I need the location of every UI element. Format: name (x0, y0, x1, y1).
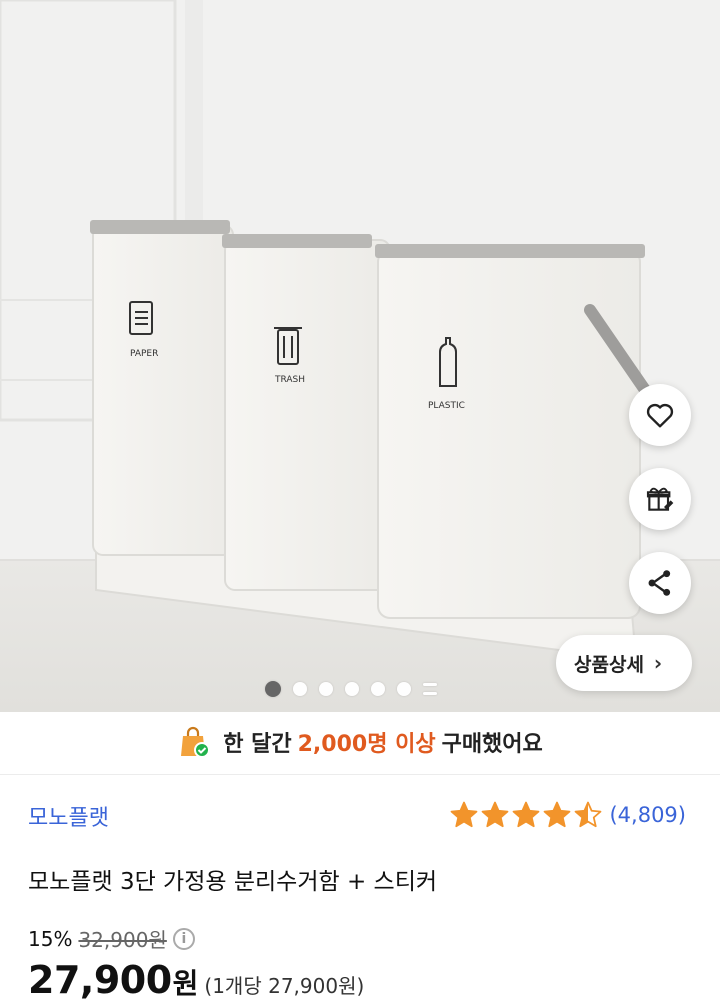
discount-rate: 15% (28, 926, 73, 951)
star-icon (575, 801, 602, 828)
product-photo: PAPER TRASH PLASTIC (0, 0, 720, 712)
promo-suffix: 구매했어요 (441, 732, 543, 757)
price-current-row: 27,900 원 (1개당 27,900원) (28, 958, 364, 1002)
unit-price: (1개당 27,900원) (204, 974, 365, 998)
original-price: 32,900원 (78, 928, 167, 952)
product-title: 모노플랫 3단 가정용 분리수거함 + 스티커 (28, 869, 438, 895)
gift-icon (646, 487, 674, 511)
product-detail-button[interactable]: 상품상세 › (556, 635, 692, 691)
paper-label: PAPER (130, 349, 158, 359)
price-original-row: 15% 32,900원 i (28, 924, 195, 953)
promo-highlight: 2,000명 이상 (297, 732, 436, 757)
product-image-carousel[interactable]: PAPER TRASH PLASTIC 상품상세 › (0, 0, 720, 712)
carousel-dot[interactable] (371, 682, 385, 696)
heart-icon (646, 403, 674, 428)
promo-prefix: 한 달간 (223, 732, 292, 757)
carousel-dot[interactable] (397, 682, 411, 696)
wishlist-button[interactable] (629, 384, 691, 446)
gift-button[interactable] (629, 468, 691, 530)
chevron-right-icon: › (653, 651, 663, 675)
carousel-dot[interactable] (319, 682, 333, 696)
shopping-bag-check-icon (181, 726, 211, 758)
star-icon (482, 801, 509, 828)
rating-summary[interactable]: (4,809) (449, 800, 686, 830)
star-icon (544, 801, 571, 828)
sale-price: 27,900 (28, 958, 172, 1002)
divider (0, 774, 720, 775)
info-icon[interactable]: i (172, 927, 195, 950)
share-button[interactable] (629, 552, 691, 614)
more-slides-icon (423, 683, 437, 695)
share-icon (648, 570, 671, 596)
carousel-indicator (265, 680, 437, 698)
star-icon (513, 801, 540, 828)
brand-link[interactable]: 모노플랫 (28, 800, 109, 832)
star-icon (451, 801, 478, 828)
trash-label: TRASH (274, 375, 305, 385)
currency: 원 (172, 967, 199, 1000)
review-count: (4,809) (609, 803, 686, 827)
plastic-label: PLASTIC (428, 401, 465, 411)
carousel-dot[interactable] (293, 682, 307, 696)
star-rating (449, 800, 603, 830)
carousel-dot[interactable] (265, 681, 281, 697)
purchase-count-banner: 한 달간 2,000명 이상 구매했어요 (0, 716, 720, 768)
product-detail-label: 상품상세 (574, 653, 644, 676)
carousel-dot[interactable] (345, 682, 359, 696)
